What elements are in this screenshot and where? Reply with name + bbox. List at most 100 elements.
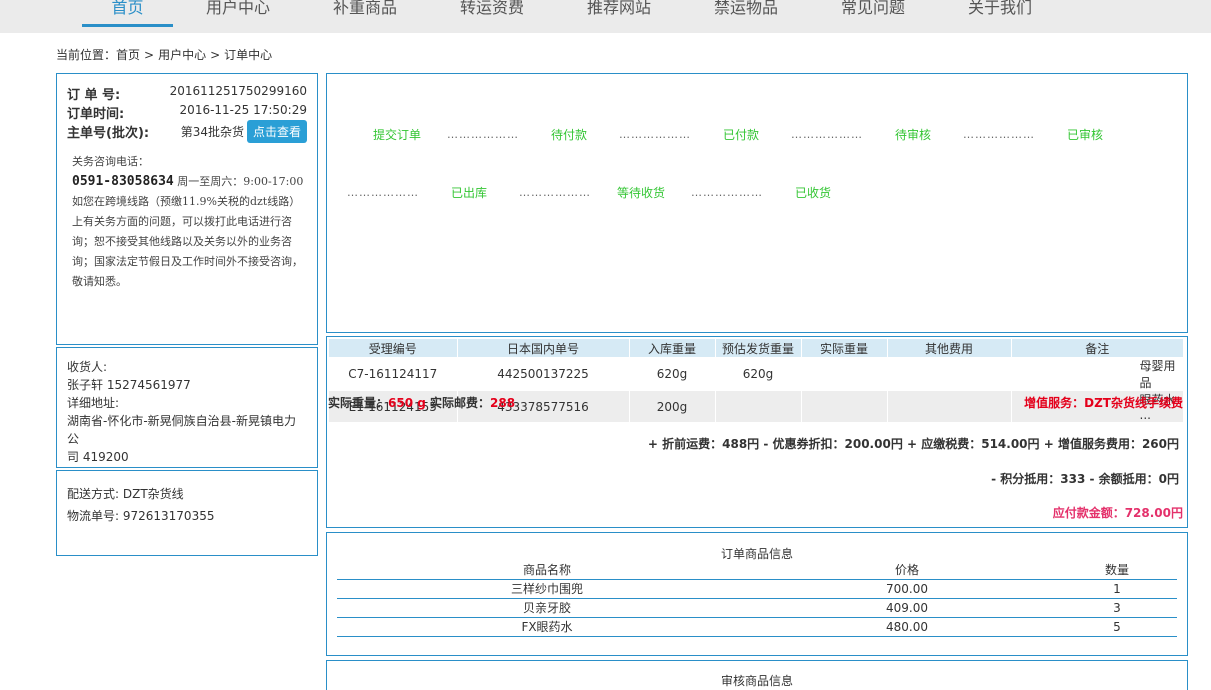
cell-other-fees (887, 391, 1012, 422)
breadcrumb-current: 订单中心 (224, 48, 273, 62)
actual-weight-value: 650 g (388, 396, 426, 410)
cell-est-weight: 620g (715, 357, 802, 391)
address-label: 详细地址: (67, 396, 120, 410)
master-no-wrap: 第34批杂货 点击查看 (181, 120, 307, 143)
tracking-number: 物流单号: 972613170355 (67, 509, 215, 523)
customs-phone-line: 0591-83058634 周一至周六：9:00-17:00 (72, 172, 307, 192)
status-dots: ……………… (691, 186, 763, 199)
receiver-panel: 收货人: 张子轩 15274561977 详细地址: 湖南省-怀化市-新晃侗族自… (56, 347, 318, 468)
nav-shipping-fees[interactable]: 转运资费 (448, 0, 536, 30)
nav-user-center[interactable]: 用户中心 (194, 0, 282, 30)
status-step-reviewed: 已审核 (1067, 128, 1104, 142)
nav-about-us[interactable]: 关于我们 (956, 0, 1044, 30)
goods-price: 480.00 (757, 617, 1057, 637)
receipt-panel: 受理编号 日本国内单号 入库重量 预估发货重量 实际重量 其他费用 备注 C7-… (326, 336, 1188, 528)
status-dots: ……………… (619, 128, 691, 141)
col-goods-qty: 数量 (1057, 561, 1177, 580)
order-goods-panel: 订单商品信息 商品名称 价格 数量 三样纱巾围兜 700.00 1 贝亲牙胶 4… (326, 532, 1188, 656)
status-step-paid: 已付款 (723, 128, 760, 142)
master-no-row: 主单号(批次): 第34批杂货 点击查看 (67, 120, 307, 143)
goods-qty: 3 (1057, 598, 1177, 618)
nav-recommended-sites[interactable]: 推荐网站 (575, 0, 663, 30)
status-step-shipped-out: 已出库 (451, 186, 488, 200)
status-step-pending-payment: 待付款 (551, 128, 588, 142)
order-no-value: 201611251750299160 (169, 84, 307, 98)
status-step-pending-review: 待审核 (895, 128, 932, 142)
value-added-service: 增值服务：DZT杂货线手续费 (1024, 396, 1183, 410)
goods-price: 409.00 (757, 598, 1057, 618)
order-time-value: 2016-11-25 17:50:29 (179, 103, 307, 117)
order-time-row: 订单时间: 2016-11-25 17:50:29 (67, 101, 307, 122)
shipping-panel: 配送方式: DZT杂货线 物流单号: 972613170355 (56, 470, 318, 556)
master-no-value: 第34批杂货 (180, 125, 244, 139)
table-row: 贝亲牙胶 409.00 3 (337, 598, 1177, 618)
order-goods-table: 商品名称 价格 数量 三样纱巾围兜 700.00 1 贝亲牙胶 409.00 3… (337, 561, 1177, 637)
order-goods-title: 订单商品信息 (720, 547, 793, 561)
shipping-method: 配送方式: DZT杂货线 (67, 487, 184, 501)
actual-weight-line: 实际重量：650 g 实际邮费：288 (328, 394, 515, 411)
order-status-flow: 提交订单 ……………… 待付款 ……………… 已付款 ……………… 待审核 ……… (326, 73, 1188, 333)
col-goods-name: 商品名称 (337, 561, 757, 580)
receiver-name-phone: 张子轩 15274561977 (67, 378, 191, 392)
postage-label: 实际邮费： (430, 396, 491, 410)
cell-other-fees (887, 357, 1012, 391)
postage-value: 288 (490, 396, 516, 410)
status-dots: ……………… (347, 186, 419, 199)
order-info-panel: 订 单 号: 201611251750299160 订单时间: 2016-11-… (56, 73, 318, 345)
status-dots: ……………… (519, 186, 591, 199)
col-jp-tracking: 日本国内单号 (457, 339, 630, 357)
breadcrumb-sep: > (144, 48, 155, 62)
cell-note: 母婴用品 (1011, 357, 1184, 391)
goods-name: 三样纱巾围兜 (337, 579, 757, 599)
goods-header-row: 商品名称 价格 数量 (337, 561, 1177, 580)
breadcrumb: 当前位置：首页 > 用户中心 > 订单中心 (56, 46, 276, 63)
customs-info: 关务咨询电话： 0591-83058634 周一至周六：9:00-17:00 如… (67, 152, 307, 292)
cell-jp-tracking: 442500137225 (457, 357, 630, 391)
customs-hours: 周一至周六：9:00-17:00 (177, 175, 304, 188)
top-nav: 首页 用户中心 补重商品 转运资费 推荐网站 禁运物品 常见问题 关于我们 (0, 0, 1211, 33)
table-row: FX眼药水 480.00 5 (337, 617, 1177, 637)
nav-prohibited-items[interactable]: 禁运物品 (702, 0, 790, 30)
cell-actual-weight (801, 391, 888, 422)
col-goods-price: 价格 (757, 561, 1057, 580)
col-other-fees: 其他费用 (887, 339, 1012, 357)
goods-qty: 5 (1057, 617, 1177, 637)
nav-home[interactable]: 首页 (82, 0, 173, 27)
receipt-header-row: 受理编号 日本国内单号 入库重量 预估发货重量 实际重量 其他费用 备注 (329, 339, 1184, 357)
col-receipt-no: 受理编号 (329, 339, 458, 357)
status-step-received: 已收货 (795, 186, 832, 200)
col-note: 备注 (1011, 339, 1184, 357)
goods-name: 贝亲牙胶 (337, 598, 757, 618)
cell-est-weight (715, 391, 802, 422)
amount-due: 应付款金额：728.00円 (1052, 506, 1183, 520)
actual-weight-label: 实际重量： (328, 396, 389, 410)
status-step-submitted: 提交订单 (373, 128, 422, 142)
breadcrumb-home[interactable]: 首页 (116, 48, 140, 62)
view-batch-button[interactable]: 点击查看 (246, 120, 307, 143)
goods-qty: 1 (1057, 579, 1177, 599)
master-no-label: 主单号(批次): (67, 126, 150, 141)
status-dots: ……………… (963, 128, 1035, 141)
customs-heading: 关务咨询电话： (72, 155, 149, 168)
col-est-weight: 预估发货重量 (715, 339, 802, 357)
status-dots: ……………… (447, 128, 519, 141)
table-row: 三样纱巾围兜 700.00 1 (337, 579, 1177, 599)
address-line2: 司 419200 (67, 450, 129, 464)
cell-actual-weight (801, 357, 888, 391)
goods-price: 700.00 (757, 579, 1057, 599)
nav-faq[interactable]: 常见问题 (829, 0, 917, 30)
goods-name: FX眼药水 (337, 617, 757, 637)
table-row: C7-161124117 442500137225 620g 620g 母婴用品 (329, 357, 1184, 391)
customs-phone: 0591-83058634 (72, 174, 174, 189)
breadcrumb-user-center[interactable]: 用户中心 (158, 48, 206, 62)
order-no-row: 订 单 号: 201611251750299160 (67, 82, 307, 103)
nav-reweigh-goods[interactable]: 补重商品 (321, 0, 409, 30)
breadcrumb-sep: > (210, 48, 221, 62)
status-dots: ……………… (791, 128, 863, 141)
col-inbound-weight: 入库重量 (629, 339, 716, 357)
customs-notice: 如您在跨境线路（预缴11.9%关税的dzt线路）上有关务方面的问题，可以拨打此电… (72, 195, 303, 288)
cell-inbound-weight: 620g (629, 357, 716, 391)
deductions-line: - 积分抵用：333 - 余额抵用：0円 (991, 472, 1179, 486)
review-goods-title: 审核商品信息 (720, 674, 793, 688)
col-actual-weight: 实际重量 (801, 339, 888, 357)
